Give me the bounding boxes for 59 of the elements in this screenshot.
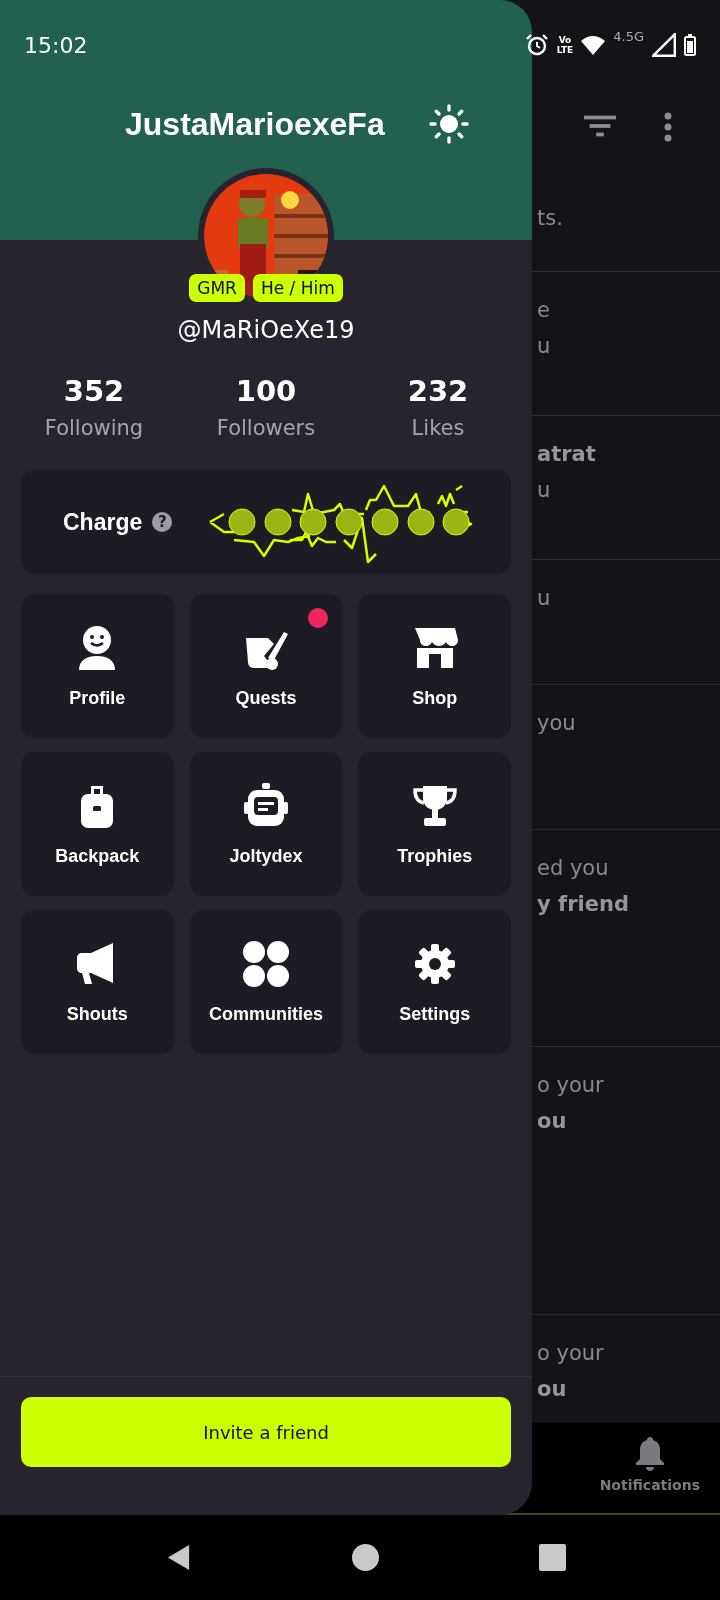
menu-tile[interactable]: Profile: [21, 594, 174, 738]
menu-tile[interactable]: Settings: [358, 910, 511, 1054]
notification-text: o your: [537, 1072, 605, 1099]
stat-label: Following: [44, 416, 144, 440]
stat-label: Likes: [411, 416, 465, 440]
stat-value: 100: [235, 374, 297, 408]
wifi-icon: [581, 33, 606, 57]
notifications-tab[interactable]: Notifications: [599, 1423, 700, 1513]
menu-tile[interactable]: Shop: [358, 594, 511, 738]
notification-text: y friend: [537, 891, 630, 918]
menu-tile[interactable]: Backpack: [21, 752, 174, 896]
notification-text: ts.: [537, 205, 564, 232]
menu-label: Backpack: [55, 845, 140, 867]
stat-value: 232: [407, 374, 469, 408]
notification-text: ou: [537, 1376, 568, 1403]
notification-text: u: [537, 477, 552, 504]
recents-icon[interactable]: [538, 1544, 566, 1571]
menu-tile[interactable]: Quests: [189, 594, 343, 738]
profile-badge: GMR: [189, 274, 245, 302]
stat-label: Followers: [216, 416, 316, 440]
notification-text: ed you: [537, 855, 610, 882]
menu-label: Communities: [209, 1003, 323, 1025]
menu-tile[interactable]: Joltydex: [189, 752, 343, 896]
help-icon[interactable]: ?: [152, 512, 173, 532]
notification-text: e: [537, 297, 551, 324]
charge-label: Charge: [63, 508, 143, 536]
network-label: 4.5G: [613, 29, 644, 44]
menu-tile[interactable]: Shouts: [21, 910, 174, 1054]
user-handle: @MaRiOeXe19: [177, 316, 355, 344]
stat-value: 352: [63, 374, 125, 408]
menu-label: Quests: [235, 687, 297, 709]
volte-label: Vo LTE: [556, 35, 574, 55]
more-icon[interactable]: [664, 112, 672, 142]
four-circles-icon: [242, 939, 290, 988]
filter-icon[interactable]: [584, 115, 616, 137]
invite-button[interactable]: Invite a friend: [21, 1397, 511, 1467]
alarm-icon: [524, 33, 549, 57]
notification-text: u: [537, 585, 552, 612]
menu-tile[interactable]: Trophies: [358, 752, 511, 896]
notification-text: ou: [537, 1108, 568, 1135]
menu-label: Shop: [412, 687, 458, 709]
home-icon[interactable]: [351, 1544, 379, 1571]
notification-text: u: [537, 333, 552, 360]
notification-text: o your: [537, 1340, 605, 1367]
menu-label: Joltydex: [229, 845, 303, 867]
sun-icon[interactable]: [428, 104, 469, 144]
menu-label: Profile: [69, 687, 126, 709]
battery-icon: [684, 34, 696, 56]
username-title: JustaMarioexeFa: [125, 105, 385, 143]
signal-icon: [652, 33, 676, 57]
menu-label: Trophies: [397, 845, 473, 867]
status-time: 15:02: [24, 32, 88, 58]
notification-text: you: [537, 710, 577, 737]
menu-tile[interactable]: Communities: [189, 910, 343, 1054]
menu-label: Settings: [399, 1003, 471, 1025]
menu-label: Shouts: [66, 1003, 128, 1025]
profile-badge: He / Him: [252, 274, 343, 302]
notification-text: atrat: [537, 441, 597, 468]
bell-icon: [634, 1437, 665, 1471]
